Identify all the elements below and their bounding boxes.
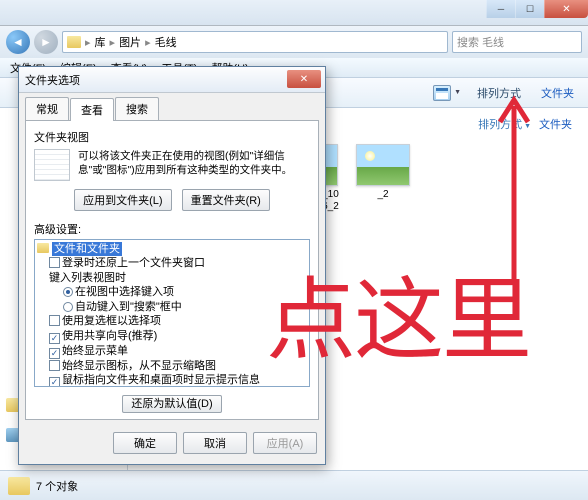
breadcrumb-bar[interactable]: ▸ 库 ▸ 图片 ▸ 毛线 (62, 31, 448, 53)
minimize-button[interactable] (486, 0, 515, 18)
forward-button[interactable]: ► (34, 30, 58, 54)
reset-folders-button[interactable]: 重置文件夹(R) (182, 189, 270, 211)
view-mode-icon (433, 85, 451, 101)
folders-link[interactable]: 文件夹 (535, 82, 580, 104)
apply-button[interactable]: 应用(A) (253, 432, 317, 454)
checkbox-icon[interactable] (49, 315, 60, 326)
folder-view-desc: 可以将该文件夹正在使用的视图(例如"详细信息"或"图标")应用到所有这种类型的文… (78, 149, 310, 181)
chevron-down-icon: ▼ (452, 89, 463, 96)
tab-search[interactable]: 搜索 (115, 97, 159, 120)
radio-icon[interactable] (63, 302, 73, 312)
back-button[interactable]: ◄ (6, 30, 30, 54)
window-titlebar (0, 0, 588, 26)
tab-view[interactable]: 查看 (70, 98, 114, 121)
dialog-title: 文件夹选项 (25, 72, 80, 88)
checkbox-icon[interactable]: ✓ (49, 333, 60, 344)
breadcrumb-seg[interactable]: 毛线 (155, 34, 177, 50)
checkbox-icon[interactable] (49, 257, 60, 268)
folder-view-section-title: 文件夹视图 (34, 129, 310, 145)
breadcrumb-seg[interactable]: 图片 (119, 34, 141, 50)
tab-general[interactable]: 常规 (25, 97, 69, 120)
file-item[interactable]: _2 (354, 144, 412, 224)
checkbox-icon[interactable]: ✓ (49, 348, 60, 359)
advanced-settings-tree[interactable]: 文件和文件夹 登录时还原上一个文件夹窗口 键入列表视图时 在视图中选择键入项 自… (34, 239, 310, 387)
status-bar: 7 个对象 (0, 470, 588, 500)
folder-options-dialog: 文件夹选项 ✕ 常规 查看 搜索 文件夹视图 可以将该文件夹正在使用的视图(例如… (18, 66, 326, 465)
restore-defaults-button[interactable]: 还原为默认值(D) (122, 395, 221, 413)
folders-link[interactable]: 文件夹 (539, 116, 572, 132)
sort-button[interactable]: 排列方式 (471, 82, 527, 104)
image-thumbnail-icon (356, 144, 410, 186)
apply-to-folders-button[interactable]: 应用到文件夹(L) (74, 189, 171, 211)
advanced-label: 高级设置: (34, 221, 310, 237)
folder-view-icon (34, 149, 70, 181)
checkbox-icon[interactable]: ✓ (49, 377, 60, 387)
breadcrumb-seg[interactable]: 库 (95, 34, 106, 50)
arrange-by[interactable]: 排列方式 (478, 116, 531, 132)
dialog-close-button[interactable]: ✕ (287, 70, 321, 88)
radio-icon[interactable] (63, 287, 73, 297)
view-mode-button[interactable]: ▼ (433, 85, 463, 101)
search-input[interactable]: 搜索 毛线 (452, 31, 582, 53)
ok-button[interactable]: 确定 (113, 432, 177, 454)
folder-icon (8, 477, 30, 495)
maximize-button[interactable] (515, 0, 544, 18)
close-button[interactable] (544, 0, 588, 18)
folder-icon (67, 36, 81, 48)
tree-root[interactable]: 文件和文件夹 (52, 242, 122, 256)
folder-icon (37, 243, 49, 253)
item-count: 7 个对象 (36, 478, 78, 494)
address-toolbar: ◄ ► ▸ 库 ▸ 图片 ▸ 毛线 搜索 毛线 (0, 26, 588, 58)
cancel-button[interactable]: 取消 (183, 432, 247, 454)
checkbox-icon[interactable] (49, 360, 60, 371)
dialog-titlebar[interactable]: 文件夹选项 ✕ (19, 67, 325, 93)
